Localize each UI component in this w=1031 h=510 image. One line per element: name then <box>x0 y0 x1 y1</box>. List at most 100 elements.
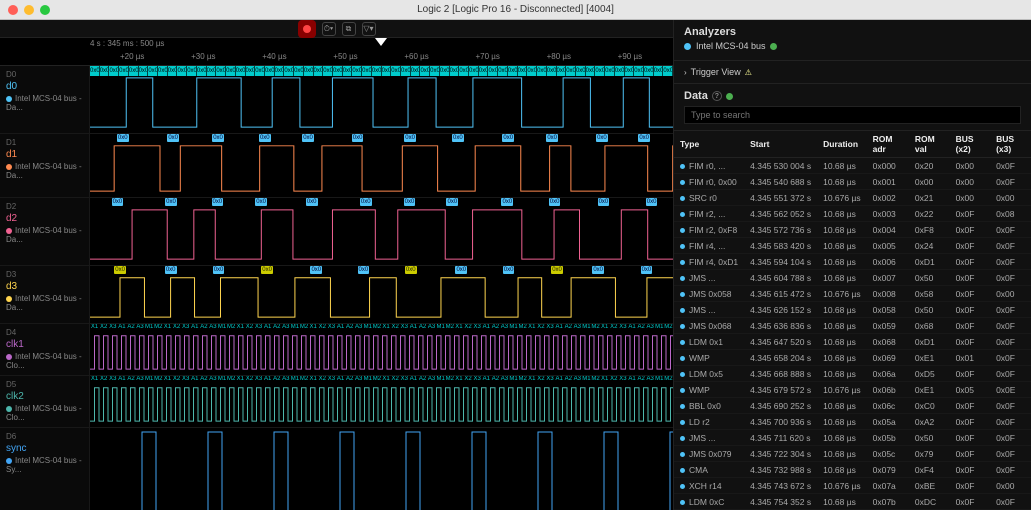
table-header[interactable]: ROM val <box>909 131 950 158</box>
channel-label[interactable]: D6syncIntel MCS-04 bus - Sy... <box>0 428 90 510</box>
warning-icon: ⚠ <box>745 68 752 77</box>
table-cell: 0x0F <box>990 238 1031 254</box>
table-cell: 0xC0 <box>909 398 950 414</box>
table-cell: 0x0F <box>950 302 991 318</box>
table-header[interactable]: Duration <box>817 131 867 158</box>
channel-label[interactable]: D4clk1Intel MCS-04 bus - Clo... <box>0 324 90 375</box>
table-cell: 0x0F <box>990 270 1031 286</box>
trigger-view-label: Trigger View <box>691 67 741 77</box>
table-row[interactable]: JMS ...4.345 604 788 s10.68 µs0x0070x500… <box>674 270 1031 286</box>
table-row[interactable]: LD r24.345 700 936 s10.68 µs0x05a0xA20x0… <box>674 414 1031 430</box>
table-header[interactable]: Start <box>744 131 817 158</box>
playhead-marker[interactable] <box>375 38 387 46</box>
table-cell: 0x50 <box>909 302 950 318</box>
ruler-tick: +50 µs <box>333 52 357 61</box>
table-cell: 0x00 <box>909 174 950 190</box>
table-cell: 0x0F <box>990 350 1031 366</box>
table-cell: 10.68 µs <box>817 494 867 510</box>
decoder-annot: 0x0 <box>212 134 224 142</box>
sidebar: Analyzers Intel MCS-04 bus › Trigger Vie… <box>673 20 1031 510</box>
channel-waveform[interactable]: 0x00x00x00x00x00x00x00x00x00x00x00x00x00… <box>90 66 673 133</box>
channel-label[interactable]: D2d2Intel MCS-04 bus - Da... <box>0 198 90 265</box>
table-row[interactable]: LDM 0x54.345 668 888 s10.68 µs0x06a0xD50… <box>674 366 1031 382</box>
channel-waveform[interactable]: X1X2X3A1A2A3M1M2X1X2X3A1A2A3M1M2X1X2X3A1… <box>90 324 673 375</box>
data-table-wrap[interactable]: TypeStartDurationROM adrROM valBUS (x2)B… <box>674 131 1031 510</box>
decoder-annot: 0x0 <box>551 266 563 274</box>
channel-waveform[interactable] <box>90 428 673 510</box>
channel-row: D4clk1Intel MCS-04 bus - Clo...X1X2X3A1A… <box>0 324 673 376</box>
table-row[interactable]: CMA4.345 732 988 s10.68 µs0x0790xF40x0F0… <box>674 462 1031 478</box>
ruler-tick: +70 µs <box>475 52 499 61</box>
record-button[interactable] <box>298 20 316 38</box>
table-cell: 0xF4 <box>909 462 950 478</box>
measure-button[interactable]: ⧉ <box>342 22 356 36</box>
table-cell: WMP <box>674 382 744 398</box>
channel-label[interactable]: D3d3Intel MCS-04 bus - Da... <box>0 266 90 323</box>
table-row[interactable]: FIM r4, ...4.345 583 420 s10.68 µs0x0050… <box>674 238 1031 254</box>
table-row[interactable]: SRC r04.345 551 372 s10.676 µs0x0020x210… <box>674 190 1031 206</box>
table-row[interactable]: FIM r2, ...4.345 562 052 s10.68 µs0x0030… <box>674 206 1031 222</box>
row-dot-icon <box>680 260 685 265</box>
table-header[interactable]: BUS (x2) <box>950 131 991 158</box>
channel-waveform[interactable]: 0x00x00x00x00x00x00x00x00x00x00x00x0 <box>90 134 673 197</box>
table-row[interactable]: JMS 0x0794.345 722 304 s10.68 µs0x05c0x7… <box>674 446 1031 462</box>
table-row[interactable]: LDM 0x14.345 647 520 s10.68 µs0x0680xD10… <box>674 334 1031 350</box>
channel-waveform[interactable]: X1X2X3A1A2A3M1M2X1X2X3A1A2A3M1M2X1X2X3A1… <box>90 376 673 427</box>
decoder-annot: 0x0 <box>255 198 267 206</box>
table-row[interactable]: FIM r4, 0xD14.345 594 104 s10.68 µs0x006… <box>674 254 1031 270</box>
channel-subtitle: Intel MCS-04 bus - Clo... <box>6 404 83 422</box>
table-header[interactable]: BUS (x3) <box>990 131 1031 158</box>
table-cell: LD r2 <box>674 414 744 430</box>
table-cell: 4.345 690 252 s <box>744 398 817 414</box>
table-row[interactable]: FIM r0, ...4.345 530 004 s10.68 µs0x0000… <box>674 158 1031 174</box>
table-row[interactable]: JMS 0x0584.345 615 472 s10.676 µs0x0080x… <box>674 286 1031 302</box>
table-row[interactable]: FIM r2, 0xF84.345 572 736 s10.68 µs0x004… <box>674 222 1031 238</box>
marker-button[interactable]: ▽▾ <box>362 22 376 36</box>
time-mode-button[interactable]: ⏱▾ <box>322 22 336 36</box>
table-cell: 0x05c <box>867 446 909 462</box>
table-row[interactable]: XCH r144.345 743 672 s10.676 µs0x07a0xBE… <box>674 478 1031 494</box>
table-cell: 0x0F <box>990 302 1031 318</box>
table-cell: 4.345 754 352 s <box>744 494 817 510</box>
table-row[interactable]: LDM 0xC4.345 754 352 s10.68 µs0x07b0xDC0… <box>674 494 1031 510</box>
table-cell: 0x0F <box>990 366 1031 382</box>
table-row[interactable]: JMS ...4.345 626 152 s10.68 µs0x0580x500… <box>674 302 1031 318</box>
table-row[interactable]: JMS ...4.345 711 620 s10.68 µs0x05b0x500… <box>674 430 1031 446</box>
table-cell: BBL 0x0 <box>674 398 744 414</box>
table-cell: 0x00 <box>950 190 991 206</box>
table-cell: 0x06a <box>867 366 909 382</box>
trigger-view-toggle[interactable]: › Trigger View ⚠ <box>684 67 1021 77</box>
channel-subtitle: Intel MCS-04 bus - Sy... <box>6 456 83 474</box>
table-cell: FIM r4, ... <box>674 238 744 254</box>
table-cell: 0x00 <box>990 190 1031 206</box>
table-row[interactable]: WMP4.345 679 572 s10.676 µs0x06b0xE10x05… <box>674 382 1031 398</box>
table-header[interactable]: Type <box>674 131 744 158</box>
channel-label[interactable]: D5clk2Intel MCS-04 bus - Clo... <box>0 376 90 427</box>
table-cell: 0xDC <box>909 494 950 510</box>
channel-label[interactable]: D0d0Intel MCS-04 bus - Da... <box>0 66 90 133</box>
channel-waveform[interactable]: 0x00x00x00x00x00x00x00x00x00x00x00x0 <box>90 198 673 265</box>
table-cell: 10.68 µs <box>817 302 867 318</box>
table-cell: 0x003 <box>867 206 909 222</box>
decoder-annot: 0x0 <box>646 198 658 206</box>
table-cell: 0x58 <box>909 286 950 302</box>
search-input[interactable] <box>684 106 1021 124</box>
table-cell: 0x68 <box>909 318 950 334</box>
table-cell: 4.345 572 736 s <box>744 222 817 238</box>
table-cell: 4.345 551 372 s <box>744 190 817 206</box>
time-ruler[interactable]: 4 s : 345 ms : 500 µs +20 µs+30 µs+40 µs… <box>0 38 673 66</box>
table-row[interactable]: JMS 0x0684.345 636 836 s10.68 µs0x0590x6… <box>674 318 1031 334</box>
table-cell: 10.68 µs <box>817 318 867 334</box>
table-cell: 10.68 µs <box>817 206 867 222</box>
channel-waveform[interactable]: 0x00x00x00x00x00x00x00x00x00x00x00x0 <box>90 266 673 323</box>
decoder-annot: 0x0 <box>546 134 558 142</box>
analyzer-item[interactable]: Intel MCS-04 bus <box>684 38 1021 54</box>
table-row[interactable]: WMP4.345 658 204 s10.68 µs0x0690xE10x010… <box>674 350 1031 366</box>
row-dot-icon <box>680 356 685 361</box>
help-icon[interactable]: ? <box>712 91 722 101</box>
channel-label[interactable]: D1d1Intel MCS-04 bus - Da... <box>0 134 90 197</box>
table-row[interactable]: FIM r0, 0x004.345 540 688 s10.68 µs0x001… <box>674 174 1031 190</box>
table-header[interactable]: ROM adr <box>867 131 909 158</box>
row-dot-icon <box>680 420 685 425</box>
table-row[interactable]: BBL 0x04.345 690 252 s10.68 µs0x06c0xC00… <box>674 398 1031 414</box>
